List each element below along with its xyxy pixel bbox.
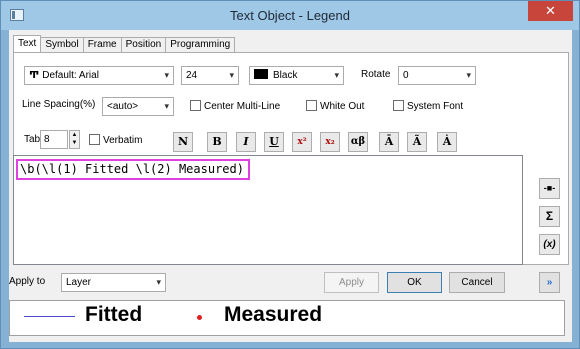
- cancel-button[interactable]: Cancel: [449, 272, 505, 293]
- text-editor[interactable]: \b(\l(1) Fitted \l(2) Measured): [13, 155, 523, 265]
- size-select[interactable]: 24 ▾: [181, 66, 239, 85]
- dot-accent-button[interactable]: Ȧ: [437, 132, 457, 152]
- insert-legend-symbol-button[interactable]: -■-: [539, 178, 560, 199]
- dialog-window: Text Object - Legend ✕ Text Symbol Frame…: [0, 0, 580, 349]
- tab-text[interactable]: Text: [13, 35, 42, 53]
- tab-programming[interactable]: Programming: [166, 37, 236, 53]
- underline-button[interactable]: U: [264, 132, 284, 152]
- overbar-button[interactable]: Ā: [379, 132, 399, 152]
- tab-position[interactable]: Position: [121, 37, 167, 53]
- tab-symbol[interactable]: Symbol: [41, 37, 84, 53]
- tab-strip: Text Symbol Frame Position Programming: [13, 35, 236, 53]
- variable-icon[interactable]: (x): [539, 234, 560, 255]
- line-spacing-select[interactable]: <auto> ▾: [102, 97, 174, 116]
- line-spacing-label: Line Spacing(%): [22, 99, 96, 110]
- title-bar[interactable]: Text Object - Legend ✕: [1, 1, 579, 30]
- superscript-button[interactable]: x²: [292, 132, 312, 152]
- bold-button[interactable]: B: [207, 132, 227, 152]
- sum-icon[interactable]: Σ: [539, 206, 560, 227]
- ok-button[interactable]: OK: [387, 272, 442, 293]
- chevron-down-icon: ▾: [164, 70, 169, 80]
- tilde-button[interactable]: Ã: [407, 132, 427, 152]
- font-select-value: Default: Arial: [42, 70, 99, 81]
- fitted-line-symbol: [24, 316, 75, 317]
- white-out-label: White Out: [320, 101, 365, 112]
- chevron-down-icon: ▾: [229, 70, 234, 80]
- apply-to-label: Apply to: [9, 276, 46, 287]
- line-spacing-value: <auto>: [107, 101, 139, 112]
- center-multiline-checkbox[interactable]: Center Multi-Line: [190, 100, 280, 113]
- system-font-checkbox[interactable]: System Font: [393, 100, 463, 113]
- chevron-down-icon: ▾: [466, 70, 471, 80]
- verbatim-label: Verbatim: [103, 135, 143, 146]
- size-select-value: 24: [186, 70, 198, 81]
- tab-label: Tab: [24, 134, 41, 145]
- rotate-select-value: 0: [403, 70, 409, 81]
- checkbox-box: [89, 134, 100, 145]
- checkbox-box: [306, 100, 317, 111]
- subscript-button[interactable]: x₂: [320, 132, 340, 152]
- window-title: Text Object - Legend: [230, 8, 350, 23]
- apply-to-value: Layer: [66, 277, 92, 288]
- chevron-down-icon: ▾: [334, 70, 339, 80]
- checkbox-box: [393, 100, 404, 111]
- font-type-icon: Ͳ: [29, 70, 40, 81]
- tab-spinner[interactable]: ▲ ▼: [69, 130, 80, 149]
- dialog-client: Text Symbol Frame Position Programming Ͳ…: [9, 30, 572, 342]
- system-font-label: System Font: [407, 101, 464, 112]
- apply-button[interactable]: Apply: [324, 272, 379, 293]
- apply-to-select[interactable]: Layer ▾: [61, 273, 166, 292]
- normal-button[interactable]: N: [173, 132, 193, 152]
- font-select[interactable]: Ͳ Default: Arial ▾: [24, 66, 174, 85]
- spin-down-icon: ▼: [71, 140, 78, 146]
- chevron-down-icon: ▾: [164, 101, 169, 111]
- white-out-checkbox[interactable]: White Out: [306, 100, 364, 113]
- checkbox-box: [190, 100, 201, 111]
- expand-button[interactable]: »: [539, 272, 560, 293]
- tab-frame[interactable]: Frame: [83, 37, 122, 53]
- measured-dot-symbol: [197, 315, 202, 320]
- verbatim-checkbox[interactable]: Verbatim: [89, 134, 142, 147]
- italic-button[interactable]: I: [236, 132, 256, 152]
- rotate-label: Rotate: [361, 69, 391, 80]
- legend-item-measured: Measured: [224, 303, 323, 326]
- rotate-select[interactable]: 0 ▾: [398, 66, 476, 85]
- spin-up-icon: ▲: [71, 132, 78, 138]
- color-select-value: Black: [273, 70, 298, 81]
- color-swatch: [254, 69, 268, 79]
- chevron-down-icon: ▾: [156, 277, 161, 287]
- center-multiline-label: Center Multi-Line: [204, 101, 281, 112]
- editor-content[interactable]: \b(\l(1) Fitted \l(2) Measured): [16, 159, 250, 180]
- greek-button[interactable]: αβ: [348, 132, 368, 152]
- close-button[interactable]: ✕: [528, 1, 573, 21]
- legend-item-fitted: Fitted: [85, 303, 143, 326]
- color-select[interactable]: Black ▾: [249, 66, 344, 85]
- tab-input[interactable]: 8: [40, 130, 68, 149]
- legend-preview: Fitted Measured: [9, 300, 565, 336]
